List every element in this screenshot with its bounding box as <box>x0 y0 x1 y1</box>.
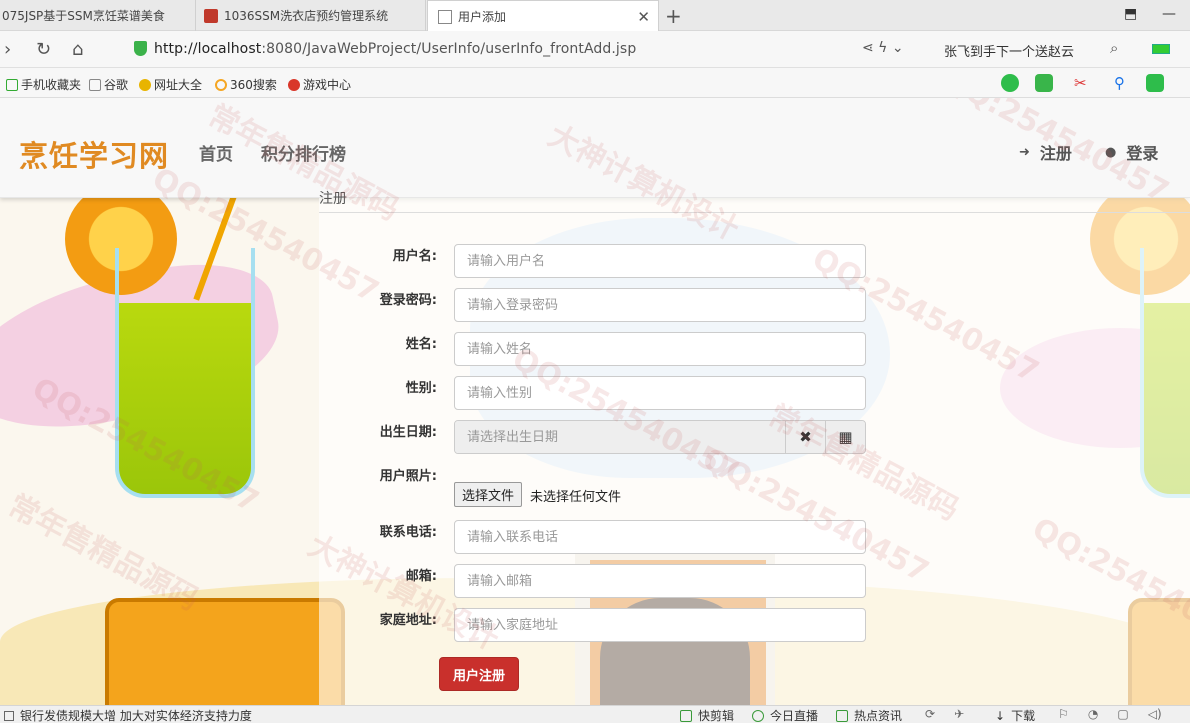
news-icon <box>836 709 848 722</box>
bookmark-item[interactable]: 谷歌 <box>89 76 128 93</box>
status-item[interactable]: 热点资讯 <box>836 707 902 723</box>
address-bar: › ↻ ⌂ http://localhost:8080/JavaWebProje… <box>0 31 1190 68</box>
register-submit-button[interactable]: 用户注册 <box>439 657 520 691</box>
clear-date-icon[interactable]: ✖ <box>785 421 825 453</box>
live-icon <box>752 709 764 722</box>
email-label: 邮箱: <box>405 569 437 584</box>
page-viewport: 烹饪学习网 首页 积分排行榜 ➜ 注册 ● 登录 注册 用户名: 登录密码: 姓… <box>0 98 1190 705</box>
forward-icon[interactable]: › <box>4 39 11 60</box>
name-label: 姓名: <box>405 337 437 352</box>
sign-in-icon: ➜ <box>1019 144 1030 160</box>
form-row-phone: 联系电话: <box>319 520 879 554</box>
password-label: 登录密码: <box>379 293 437 308</box>
username-input[interactable] <box>454 244 866 278</box>
login-link[interactable]: ● 登录 <box>1105 140 1158 164</box>
site-brand[interactable]: 烹饪学习网 <box>19 133 169 175</box>
tab-title: 用户添加 <box>458 10 507 24</box>
bookmark-item[interactable]: 360搜索 <box>215 76 277 93</box>
username-label: 用户名: <box>392 249 437 264</box>
translate-extension-icon[interactable] <box>1035 74 1053 92</box>
name-input[interactable] <box>454 332 866 366</box>
panel-title: 注册 <box>319 191 347 207</box>
bookmarks-bar: 手机收藏夹 谷歌 网址大全 360搜索 游戏中心 ✂ ⚲ <box>0 68 1190 98</box>
document-icon <box>89 78 101 91</box>
status-item[interactable]: 快剪辑 <box>680 707 734 723</box>
browser-tab-strip: 075JSP基于SSM烹饪菜谱美食 1036SSM洗衣店预约管理系统 用户添加 … <box>0 0 1190 32</box>
favicon-icon <box>204 8 218 23</box>
suitcase-illustration <box>105 598 345 705</box>
home-icon[interactable]: ⌂ <box>72 39 83 60</box>
bookmark-item[interactable]: 网址大全 <box>139 76 202 93</box>
url-input[interactable]: http://localhost:8080/JavaWebProject/Use… <box>154 41 636 57</box>
email-input[interactable] <box>454 564 866 598</box>
form-row-birthdate: 出生日期: ✖ ▦ <box>319 420 879 454</box>
address-label: 家庭地址: <box>379 613 437 628</box>
password-input[interactable] <box>454 288 866 322</box>
form-row-address: 家庭地址: <box>319 608 879 642</box>
game-icon <box>288 78 300 91</box>
search-360-icon <box>215 78 227 91</box>
birthdate-input[interactable] <box>455 421 785 453</box>
address-input[interactable] <box>454 608 866 642</box>
calendar-icon[interactable]: ▦ <box>825 421 865 453</box>
close-tab-icon[interactable]: ✕ <box>637 8 650 26</box>
divider <box>319 212 1190 213</box>
user-icon: ● <box>1105 144 1117 160</box>
phone-input[interactable] <box>454 520 866 554</box>
download-icon: ↓ <box>995 708 1006 723</box>
form-row-email: 邮箱: <box>319 564 879 598</box>
nav-ranking[interactable]: 积分排行榜 <box>261 140 346 165</box>
battery-icon <box>1152 44 1170 54</box>
form-row-name: 姓名: <box>319 332 879 366</box>
browser-status-bar: 银行发债规模大增 加大对实体经济支持力度 快剪辑 今日直播 热点资讯 ⟳ ✈ ↓… <box>0 705 1190 723</box>
reload-icon[interactable]: ↻ <box>36 39 51 60</box>
bookmark-item[interactable]: 手机收藏夹 <box>6 76 81 93</box>
site-navbar: 烹饪学习网 首页 积分排行榜 ➜ 注册 ● 登录 <box>0 98 1190 198</box>
browser-tab[interactable]: 075JSP基于SSM烹饪菜谱美食 <box>0 0 196 31</box>
mobile-icon <box>6 78 18 91</box>
phone-label: 联系电话: <box>379 525 437 540</box>
status-item[interactable]: ↓ 下载 <box>995 707 1035 723</box>
browser-tab[interactable]: 1036SSM洗衣店预约管理系统 <box>196 0 426 31</box>
browser-tab-active[interactable]: 用户添加 ✕ <box>427 0 659 32</box>
form-row-gender: 性别: <box>319 376 879 410</box>
magnifier-icon[interactable]: ⚲ <box>1114 74 1132 92</box>
scissors-icon[interactable]: ✂ <box>1074 74 1092 92</box>
security-shield-icon <box>134 41 147 56</box>
register-link[interactable]: ➜ 注册 <box>1019 140 1072 164</box>
news-icon <box>4 710 14 721</box>
status-tools[interactable]: ⚐ ◔ ▢ ◁) <box>1058 707 1162 721</box>
video-edit-icon <box>680 709 692 722</box>
gender-label: 性别: <box>405 381 437 396</box>
photo-label: 用户照片: <box>379 469 437 484</box>
birthdate-group: ✖ ▦ <box>454 420 866 454</box>
drink-glass-illustration <box>115 248 255 498</box>
document-icon <box>438 9 452 24</box>
shirt-icon[interactable]: ⬒ <box>1124 6 1137 22</box>
file-status-text: 未选择任何文件 <box>530 490 622 505</box>
register-panel: 注册 用户名: 登录密码: 姓名: 性别: 出生日期: ✖ ▦ 用户照片 <box>319 191 1190 705</box>
birthdate-label: 出生日期: <box>379 425 437 440</box>
status-item[interactable]: 今日直播 <box>752 707 818 723</box>
game-extension-icon[interactable] <box>1146 74 1164 92</box>
share-icon[interactable]: ⋖ ϟ ⌄ <box>862 40 904 56</box>
status-tools[interactable]: ⟳ ✈ <box>925 707 964 721</box>
gender-input[interactable] <box>454 376 866 410</box>
search-icon[interactable]: ⌕ <box>1110 39 1118 57</box>
search-suggestion[interactable]: 张飞到手下一个送赵云 <box>944 41 1074 60</box>
nav-home[interactable]: 首页 <box>199 140 233 165</box>
tab-title: 1036SSM洗衣店预约管理系统 <box>224 9 389 23</box>
tab-title: 075JSP基于SSM烹饪菜谱美食 <box>2 9 165 23</box>
news-ticker[interactable]: 银行发债规模大增 加大对实体经济支持力度 <box>4 707 252 723</box>
choose-file-button[interactable]: 选择文件 <box>454 482 523 507</box>
form-row-password: 登录密码: <box>319 288 879 322</box>
form-row-username: 用户名: <box>319 244 879 278</box>
chat-extension-icon[interactable] <box>1001 74 1019 92</box>
form-row-photo: 用户照片: 选择文件 未选择任何文件 <box>319 464 879 514</box>
bookmark-item[interactable]: 游戏中心 <box>288 76 351 93</box>
minimize-icon[interactable]: — <box>1162 6 1176 22</box>
globe-icon <box>139 78 151 91</box>
new-tab-icon[interactable]: + <box>665 4 682 28</box>
